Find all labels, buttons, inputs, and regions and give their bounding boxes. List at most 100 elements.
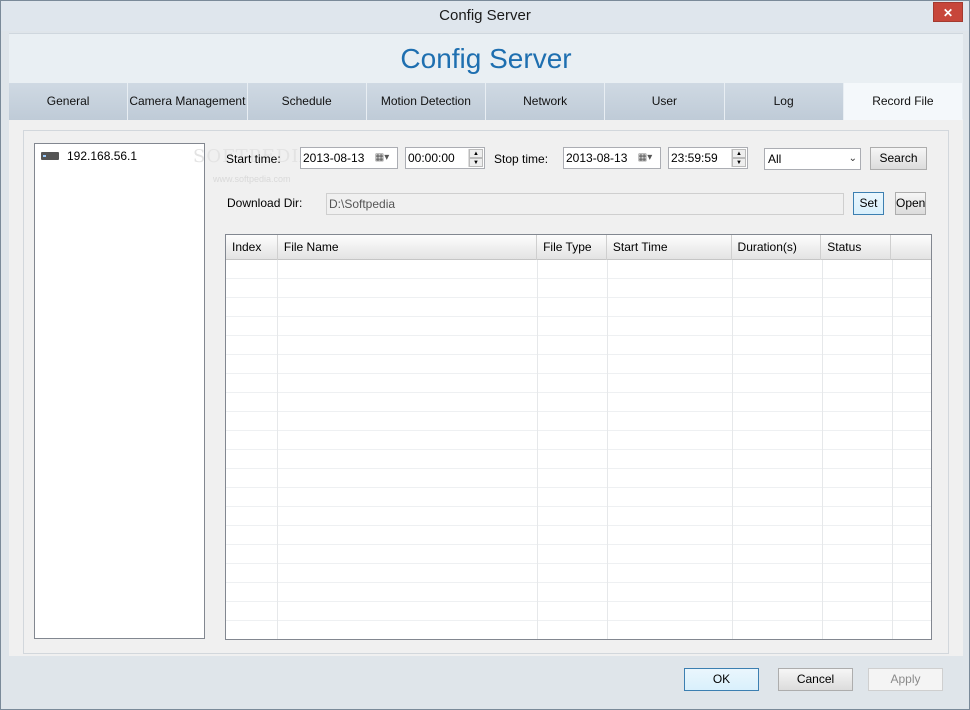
table-cell <box>538 564 608 583</box>
tab-log[interactable]: Log <box>724 83 844 120</box>
column-header-file-name[interactable]: File Name <box>278 235 538 260</box>
start-date-picker[interactable]: 2013-08-13 ▦▾ <box>300 147 398 169</box>
calendar-dropdown-icon[interactable]: ▦▾ <box>632 150 658 166</box>
spin-down-icon[interactable]: ▼ <box>469 158 483 167</box>
table-row <box>226 469 931 488</box>
table-cell <box>893 526 931 545</box>
start-date-value: 2013-08-13 <box>303 151 365 165</box>
table-cell <box>278 393 538 412</box>
stop-time-value: 23:59:59 <box>671 151 718 165</box>
table-cell <box>823 526 893 545</box>
table-cell <box>608 450 733 469</box>
search-button[interactable]: Search <box>870 147 927 170</box>
table-cell <box>893 279 931 298</box>
table-cell <box>608 621 733 639</box>
table-cell <box>823 564 893 583</box>
column-header-status[interactable]: Status <box>821 235 892 260</box>
table-body <box>226 260 931 639</box>
stop-date-picker[interactable]: 2013-08-13 ▦▾ <box>563 147 661 169</box>
table-cell <box>733 393 823 412</box>
table-row <box>226 621 931 639</box>
table-cell <box>538 545 608 564</box>
table-cell <box>278 431 538 450</box>
table-cell <box>608 412 733 431</box>
tab-schedule[interactable]: Schedule <box>247 83 367 120</box>
tab-camera-management[interactable]: Camera Management <box>128 83 248 120</box>
table-cell <box>733 469 823 488</box>
table-cell <box>278 450 538 469</box>
table-cell <box>733 279 823 298</box>
column-header-file-type[interactable]: File Type <box>537 235 607 260</box>
open-button[interactable]: Open <box>895 192 926 215</box>
tab-user[interactable]: User <box>605 83 725 120</box>
table-cell <box>823 374 893 393</box>
table-row <box>226 602 931 621</box>
column-header-duration[interactable]: Duration(s) <box>732 235 822 260</box>
table-cell <box>893 583 931 602</box>
table-cell <box>733 450 823 469</box>
table-cell <box>823 355 893 374</box>
table-cell <box>893 374 931 393</box>
table-cell <box>893 602 931 621</box>
table-cell <box>278 488 538 507</box>
tab-general[interactable]: General <box>9 83 129 120</box>
stop-time-spinner[interactable]: ▲ ▼ <box>731 149 746 167</box>
record-file-table[interactable]: Index File Name File Type Start Time Dur… <box>225 234 932 640</box>
column-header-index[interactable]: Index <box>226 235 278 260</box>
table-cell <box>226 355 278 374</box>
table-cell <box>733 507 823 526</box>
table-cell <box>226 336 278 355</box>
table-cell <box>608 507 733 526</box>
table-cell <box>538 526 608 545</box>
table-cell <box>893 507 931 526</box>
table-cell <box>608 260 733 279</box>
table-cell <box>733 374 823 393</box>
tab-record-file[interactable]: Record File <box>843 83 963 120</box>
table-row <box>226 507 931 526</box>
table-cell <box>733 545 823 564</box>
table-cell <box>278 279 538 298</box>
table-cell <box>893 393 931 412</box>
tree-item-device[interactable]: 192.168.56.1 <box>41 148 140 164</box>
table-cell <box>608 583 733 602</box>
table-cell <box>226 488 278 507</box>
window-title: Config Server <box>439 7 531 24</box>
download-dir-label: Download Dir: <box>227 196 303 210</box>
tab-network[interactable]: Network <box>486 83 606 120</box>
stop-time-input[interactable]: 23:59:59 ▲ ▼ <box>668 147 748 169</box>
table-row <box>226 336 931 355</box>
table-cell <box>226 621 278 639</box>
table-row <box>226 279 931 298</box>
apply-button[interactable]: Apply <box>868 668 943 691</box>
device-tree[interactable]: 192.168.56.1 <box>34 143 205 639</box>
table-cell <box>278 298 538 317</box>
start-time-input[interactable]: 00:00:00 ▲ ▼ <box>405 147 485 169</box>
file-type-filter-select[interactable]: All ⌄ <box>764 148 861 170</box>
start-time-label: Start time: <box>226 152 281 166</box>
table-cell <box>893 412 931 431</box>
table-cell <box>608 298 733 317</box>
ok-button[interactable]: OK <box>684 668 759 691</box>
table-cell <box>538 450 608 469</box>
table-cell <box>733 602 823 621</box>
table-cell <box>893 450 931 469</box>
table-cell <box>823 488 893 507</box>
close-button[interactable]: ✕ <box>933 2 963 22</box>
table-cell <box>538 602 608 621</box>
tab-bar: General Camera Management Schedule Motio… <box>9 83 963 120</box>
spin-up-icon[interactable]: ▲ <box>732 149 746 158</box>
table-cell <box>278 583 538 602</box>
table-cell <box>608 279 733 298</box>
column-header-start-time[interactable]: Start Time <box>607 235 732 260</box>
table-cell <box>226 602 278 621</box>
set-button[interactable]: Set <box>853 192 884 215</box>
calendar-dropdown-icon[interactable]: ▦▾ <box>369 150 395 166</box>
start-time-spinner[interactable]: ▲ ▼ <box>468 149 483 167</box>
table-cell <box>278 621 538 639</box>
spin-up-icon[interactable]: ▲ <box>469 149 483 158</box>
tab-motion-detection[interactable]: Motion Detection <box>366 83 486 120</box>
cancel-button[interactable]: Cancel <box>778 668 853 691</box>
table-cell <box>226 279 278 298</box>
table-cell <box>608 526 733 545</box>
spin-down-icon[interactable]: ▼ <box>732 158 746 167</box>
